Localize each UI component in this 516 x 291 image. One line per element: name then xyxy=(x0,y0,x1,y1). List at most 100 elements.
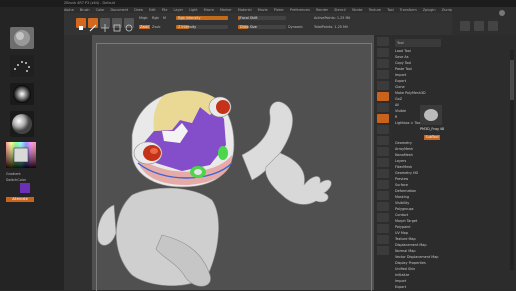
nanomesh-section[interactable]: NanoMesh xyxy=(395,153,443,158)
scale-button[interactable] xyxy=(112,18,122,32)
menu-item[interactable]: Material xyxy=(238,8,252,12)
brush-thumbnail[interactable] xyxy=(10,27,34,49)
initialize-section[interactable]: Initialize xyxy=(395,273,443,278)
load-tool-button[interactable]: Load Tool xyxy=(395,49,443,54)
normal-map-section[interactable]: Normal Map xyxy=(395,249,443,254)
import-button[interactable]: Import xyxy=(395,73,443,78)
edit-button[interactable] xyxy=(76,18,86,30)
alternate-button[interactable]: Alternate xyxy=(6,197,34,202)
export-button[interactable]: Export xyxy=(395,79,443,84)
move-view-button[interactable] xyxy=(377,169,389,178)
material-thumbnail[interactable] xyxy=(10,111,34,137)
z-intensity-slider[interactable]: Z Intensity xyxy=(176,25,228,29)
lsym-button[interactable] xyxy=(377,136,389,145)
arraymesh-section[interactable]: ArrayMesh xyxy=(395,147,443,152)
contact-section[interactable]: Contact xyxy=(395,213,443,218)
dynamic-toggle[interactable]: Dynamic xyxy=(288,25,303,29)
morph-target-section[interactable]: Morph Target xyxy=(395,219,443,224)
help-icon[interactable] xyxy=(499,10,505,16)
draw-button[interactable] xyxy=(88,18,98,32)
surface-section[interactable]: Surface xyxy=(395,183,443,188)
menu-item[interactable]: Brush xyxy=(80,8,90,12)
local-button[interactable] xyxy=(377,125,389,134)
layers-section[interactable]: Layers xyxy=(395,159,443,164)
zsub-button[interactable]: Zsub xyxy=(152,25,160,29)
quick-save-icon[interactable] xyxy=(460,21,470,31)
import-section[interactable]: Import xyxy=(395,279,443,284)
scale-view-button[interactable] xyxy=(377,180,389,189)
tool-thumbnail[interactable] xyxy=(420,105,442,125)
polyf-button[interactable] xyxy=(377,202,389,211)
geometry-section[interactable]: Geometry xyxy=(395,141,443,146)
move-button[interactable] xyxy=(100,18,110,32)
unified-skin-section[interactable]: Unified Skin xyxy=(395,267,443,272)
menu-item[interactable]: Edit xyxy=(149,8,156,12)
fibermesh-section[interactable]: FiberMesh xyxy=(395,165,443,170)
texture-map-section[interactable]: Texture Map xyxy=(395,237,443,242)
rgb-intensity-slider[interactable]: Rgb Intensity xyxy=(176,16,228,20)
xpose-button[interactable] xyxy=(377,246,389,255)
clone-button[interactable]: Clone xyxy=(395,85,443,90)
menu-item[interactable]: Alpha xyxy=(64,8,74,12)
scroll-button[interactable] xyxy=(377,59,389,68)
aahalf-button[interactable] xyxy=(377,92,389,101)
zoom-button[interactable] xyxy=(377,70,389,79)
menu-item[interactable]: Stroke xyxy=(352,8,363,12)
lightbox-tools-button[interactable]: Lightbox > Tools xyxy=(395,121,423,125)
focal-shift-slider[interactable]: Focal Shift xyxy=(238,16,286,20)
draw-size-slider[interactable]: Draw Size xyxy=(238,25,286,29)
tool-palette-scrollbar[interactable] xyxy=(510,50,514,270)
menu-item[interactable]: Draw xyxy=(134,8,143,12)
menu-item[interactable]: Render xyxy=(316,8,328,12)
floor-button[interactable] xyxy=(377,114,389,123)
see-through-icon[interactable] xyxy=(474,21,484,31)
color-picker[interactable] xyxy=(6,142,36,168)
spix-button[interactable] xyxy=(377,48,389,57)
actual-button[interactable] xyxy=(377,81,389,90)
switch-color-label[interactable]: SwitchColor xyxy=(6,178,26,182)
subtool-button[interactable]: SubTool xyxy=(424,135,440,140)
menu-item[interactable]: Picker xyxy=(274,8,284,12)
menu-item[interactable]: Texture xyxy=(369,8,381,12)
bpr-button[interactable] xyxy=(377,37,389,46)
displacement-map-section[interactable]: Displacement Map xyxy=(395,243,443,248)
save-as-button[interactable]: Save As xyxy=(395,55,443,60)
mrgb-label[interactable]: Mrgb xyxy=(139,16,148,20)
secondary-color-swatch[interactable] xyxy=(20,183,30,193)
zadd-button[interactable]: Zadd xyxy=(139,25,150,29)
menu-item[interactable]: Movie xyxy=(258,8,268,12)
document-viewport[interactable] xyxy=(92,35,374,291)
menu-item[interactable]: Color xyxy=(96,8,105,12)
geometry-hd-section[interactable]: Geometry HD xyxy=(395,171,443,176)
menu-item[interactable]: Transform xyxy=(400,8,417,12)
persp-button[interactable] xyxy=(377,103,389,112)
frog-model[interactable] xyxy=(92,35,374,290)
menu-item[interactable]: Macro xyxy=(204,8,214,12)
frame-button[interactable] xyxy=(377,158,389,167)
uv-map-section[interactable]: UV Map xyxy=(395,231,443,236)
polygroups-section[interactable]: Polygroups xyxy=(395,207,443,212)
copy-tool-button[interactable]: Copy Tool xyxy=(395,61,443,66)
stroke-thumbnail[interactable] xyxy=(10,55,34,77)
export-section[interactable]: Export xyxy=(395,285,443,290)
scrollbar-thumb[interactable] xyxy=(510,60,514,100)
xyz-button[interactable] xyxy=(377,147,389,156)
gradient-label[interactable]: Gradient xyxy=(6,172,21,176)
menu-item[interactable]: File xyxy=(162,8,168,12)
preview-section[interactable]: Preview xyxy=(395,177,443,182)
solo-button[interactable] xyxy=(377,235,389,244)
alpha-thumbnail[interactable] xyxy=(10,83,34,105)
make-polymesh-button[interactable]: Make PolyMesh3D xyxy=(395,91,443,96)
paste-tool-button[interactable]: Paste Tool xyxy=(395,67,443,72)
ghost-button[interactable] xyxy=(377,224,389,233)
menu-item[interactable]: Light xyxy=(189,8,197,12)
goz-button[interactable]: GoZ xyxy=(395,97,443,102)
menu-item[interactable]: Document xyxy=(111,8,129,12)
vector-displacement-section[interactable]: Vector Displacement Map xyxy=(395,255,443,260)
rotate-button[interactable] xyxy=(124,18,134,32)
polypaint-section[interactable]: Polypaint xyxy=(395,225,443,230)
menu-item[interactable]: Tool xyxy=(387,8,394,12)
menu-item[interactable]: Stencil xyxy=(334,8,345,12)
rotate-view-button[interactable] xyxy=(377,191,389,200)
rgb-label[interactable]: Rgb xyxy=(152,16,159,20)
